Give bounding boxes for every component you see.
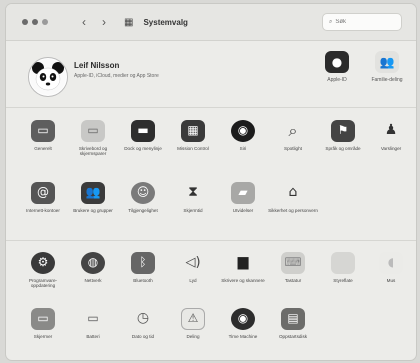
- extensions-icon: ▰: [231, 182, 255, 204]
- language-icon: ⚑: [331, 120, 355, 142]
- battery-icon: ▭: [87, 311, 99, 326]
- pref-trackpad[interactable]: Styreflate: [318, 252, 368, 283]
- apple-id-button[interactable]: ● Apple-ID: [312, 51, 362, 83]
- startup-disk-icon: ▤: [281, 308, 305, 330]
- pref-extensions[interactable]: ▰ Utvidelser: [218, 182, 268, 213]
- close-window-button[interactable]: [22, 19, 28, 25]
- pref-mouse[interactable]: ◖ Mus: [366, 252, 416, 283]
- users-icon: 👥: [81, 182, 105, 204]
- avatar[interactable]: [28, 57, 68, 97]
- pref-accessibility[interactable]: ☺ Tilgjengelighet: [118, 182, 168, 213]
- account-name[interactable]: Leif Nilsson: [74, 61, 119, 70]
- pref-spotlight[interactable]: ⌕ Spotlight: [268, 120, 318, 151]
- panda-avatar-icon: [30, 59, 66, 95]
- search-input[interactable]: [335, 19, 386, 25]
- forward-arrow-icon[interactable]: ›: [102, 15, 106, 29]
- sharing-icon: ⚠: [181, 308, 205, 330]
- pref-keyboard[interactable]: ⌨ Tastatur: [268, 252, 318, 283]
- siri-icon: ◉: [231, 120, 255, 142]
- title-bar: ‹ › ▦ Systemvalg ⌕: [6, 4, 416, 41]
- search-icon: ⌕: [329, 18, 333, 25]
- printer-icon: ▆: [237, 254, 249, 271]
- pref-notifications[interactable]: ♟ Varslinger: [366, 120, 416, 151]
- generelt-icon: ▭: [31, 120, 55, 142]
- network-icon: ◍: [81, 252, 105, 274]
- pref-mission-control[interactable]: ▦ Mission Control: [168, 120, 218, 151]
- pref-screen-time[interactable]: ⧗ Skjermtid: [168, 182, 218, 213]
- time-machine-icon: ◉: [231, 308, 255, 330]
- account-section: Leif Nilsson Apple-ID, iCloud, medier og…: [6, 41, 416, 108]
- window-title: Systemvalg: [143, 17, 188, 27]
- pref-security-privacy[interactable]: ⌂ Sikkerhet og personvern: [268, 182, 318, 213]
- spotlight-icon: ⌕: [288, 121, 298, 141]
- pref-internet-accounts[interactable]: @ Internett-kontoer: [18, 182, 68, 213]
- internet-accounts-icon: @: [31, 182, 55, 204]
- pref-startup-disk[interactable]: ▤ Oppstartsdisk: [268, 308, 318, 339]
- sound-icon: ◁): [185, 255, 201, 271]
- pref-sharing[interactable]: ⚠ Deling: [168, 308, 218, 339]
- back-arrow-icon[interactable]: ‹: [82, 15, 86, 29]
- date-time-icon: ◷: [136, 310, 150, 327]
- navigation-buttons: ‹ ›: [82, 15, 106, 29]
- screen-time-icon: ⧗: [188, 184, 198, 201]
- show-all-grid-icon[interactable]: ▦: [124, 17, 133, 28]
- pref-network[interactable]: ◍ Nettverk: [68, 252, 118, 283]
- desktop-icon: ▭: [81, 120, 105, 142]
- account-subtitle: Apple-ID, iCloud, medier og App Store: [74, 73, 159, 79]
- accessibility-icon: ☺: [131, 182, 155, 204]
- trackpad-icon: [331, 252, 355, 274]
- pref-date-time[interactable]: ◷ Dato og tid: [118, 308, 168, 339]
- section-divider: [6, 240, 416, 241]
- bluetooth-icon: ᛒ: [131, 252, 155, 274]
- pref-generelt[interactable]: ▭ Generelt: [18, 120, 68, 151]
- family-sharing-icon: 👥: [375, 51, 399, 73]
- window-controls: [22, 19, 48, 25]
- pref-software-update[interactable]: ⚙ Programvare-oppdatering: [18, 252, 68, 289]
- pref-users-groups[interactable]: 👥 Brukere og grupper: [68, 182, 118, 213]
- mouse-icon: ◖: [379, 252, 403, 274]
- system-preferences-window: ‹ › ▦ Systemvalg ⌕ Leif Nilsson Apple-: [6, 4, 416, 360]
- security-icon: ⌂: [288, 184, 298, 201]
- displays-icon: ▭: [31, 308, 55, 330]
- family-sharing-button[interactable]: 👥 Familie-deling: [362, 51, 412, 83]
- keyboard-icon: ⌨: [281, 252, 305, 274]
- pref-time-machine[interactable]: ◉ Time Machine: [218, 308, 268, 339]
- pref-bluetooth[interactable]: ᛒ Bluetooth: [118, 252, 168, 283]
- pref-siri[interactable]: ◉ Siri: [218, 120, 268, 151]
- pref-printers-scanners[interactable]: ▆ Skrivere og skannere: [218, 252, 268, 283]
- apple-logo-icon: ●: [325, 51, 349, 73]
- apple-id-label: Apple-ID: [327, 77, 347, 83]
- pref-sound[interactable]: ◁) Lyd: [168, 252, 218, 283]
- minimize-window-button[interactable]: [32, 19, 38, 25]
- pref-language-region[interactable]: ⚑ Språk og område: [318, 120, 368, 151]
- family-sharing-label: Familie-deling: [371, 77, 403, 83]
- pref-displays[interactable]: ▭ Skjermer: [18, 308, 68, 339]
- pref-desktop-screensaver[interactable]: ▭ Skrivebord og skjermsparer: [68, 120, 118, 157]
- mission-control-icon: ▦: [181, 120, 205, 142]
- pref-battery[interactable]: ▭ Batteri: [68, 308, 118, 339]
- dock-icon: ▬: [131, 120, 155, 142]
- notifications-icon: ♟: [384, 122, 398, 139]
- pref-dock-menubar[interactable]: ▬ Dock og menylinje: [118, 120, 168, 151]
- software-update-icon: ⚙: [31, 252, 55, 274]
- zoom-window-button[interactable]: [42, 19, 48, 25]
- search-field[interactable]: ⌕: [322, 13, 402, 31]
